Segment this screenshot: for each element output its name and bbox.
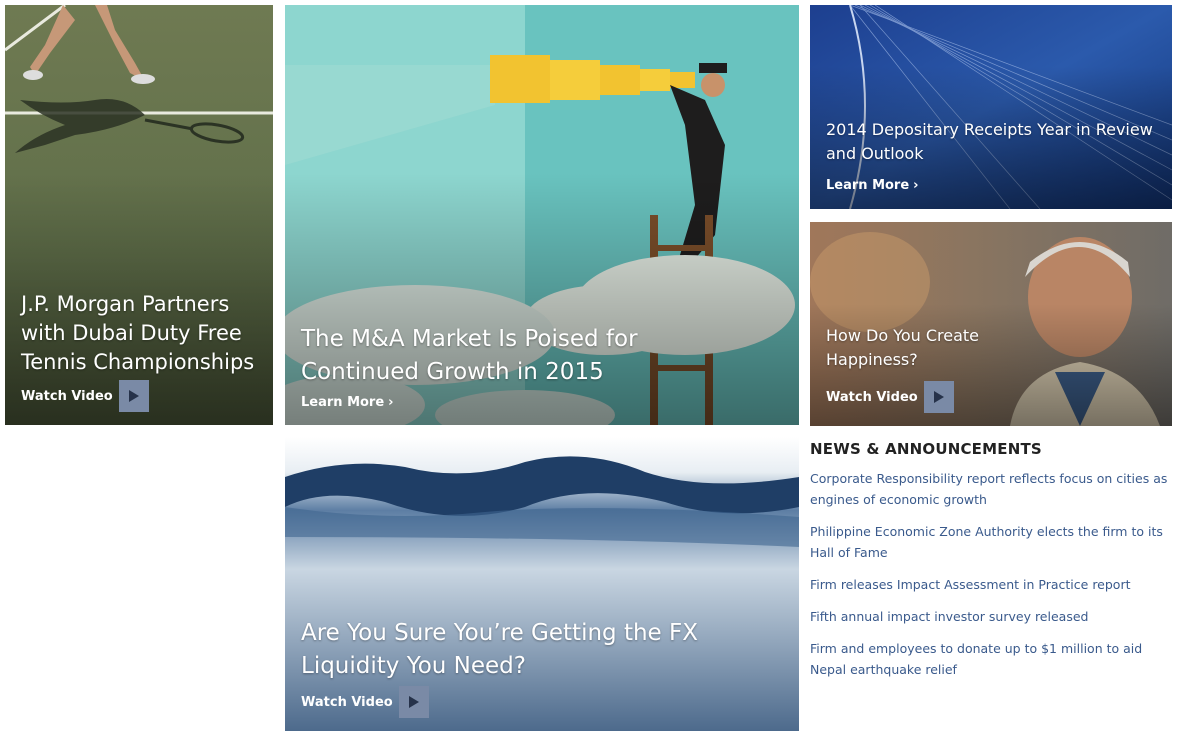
news-item: Fifth annual impact investor survey rele… [810,606,1170,627]
news-item: Philippine Economic Zone Authority elect… [810,521,1170,563]
news-link[interactable]: Firm releases Impact Assessment in Pract… [810,577,1131,592]
happiness-video-tile[interactable]: How Do You Create Happiness? Watch Video [810,222,1172,426]
cta-label: Watch Video [21,388,113,404]
watch-video-button[interactable]: Watch Video [826,381,954,413]
play-icon[interactable] [398,686,429,718]
tile-title[interactable]: J.P. Morgan Partners with Dubai Duty Fre… [21,290,261,377]
tile-title[interactable]: Are You Sure You’re Getting the FX Liqui… [301,617,721,683]
learn-more-link[interactable]: Learn More › [826,178,919,193]
ma-feature-tile[interactable]: The M&A Market Is Poised for Continued G… [285,5,799,425]
learn-more-link[interactable]: Learn More › [301,395,394,410]
cta-label: Watch Video [301,694,393,710]
news-link[interactable]: Fifth annual impact investor survey rele… [810,609,1088,624]
news-announcements-section: NEWS & ANNOUNCEMENTS Corporate Responsib… [810,440,1170,691]
news-link[interactable]: Firm and employees to donate up to $1 mi… [810,641,1142,677]
tile-title[interactable]: How Do You Create Happiness? [826,324,1016,372]
watch-video-button[interactable]: Watch Video [301,686,429,718]
news-list: Corporate Responsibility report reflects… [810,468,1170,680]
play-icon[interactable] [118,380,149,412]
fx-liquidity-tile[interactable]: Are You Sure You’re Getting the FX Liqui… [285,437,799,731]
chevron-right-icon: › [388,395,394,410]
tennis-feature-tile[interactable]: J.P. Morgan Partners with Dubai Duty Fre… [5,5,273,425]
tile-title[interactable]: 2014 Depositary Receipts Year in Review … [826,118,1166,166]
news-item: Corporate Responsibility report reflects… [810,468,1170,510]
cta-label: Learn More [826,178,910,193]
chevron-right-icon: › [913,178,919,193]
tile-title[interactable]: The M&A Market Is Poised for Continued G… [301,323,701,389]
news-heading: NEWS & ANNOUNCEMENTS [810,440,1042,458]
news-item: Firm and employees to donate up to $1 mi… [810,638,1170,680]
news-link[interactable]: Corporate Responsibility report reflects… [810,471,1167,507]
news-item: Firm releases Impact Assessment in Pract… [810,574,1170,595]
watch-video-button[interactable]: Watch Video [21,380,149,412]
news-link[interactable]: Philippine Economic Zone Authority elect… [810,524,1163,560]
play-icon[interactable] [923,381,954,413]
depositary-receipts-tile[interactable]: 2014 Depositary Receipts Year in Review … [810,5,1172,209]
cta-label: Learn More [301,395,385,410]
cta-label: Watch Video [826,389,918,405]
